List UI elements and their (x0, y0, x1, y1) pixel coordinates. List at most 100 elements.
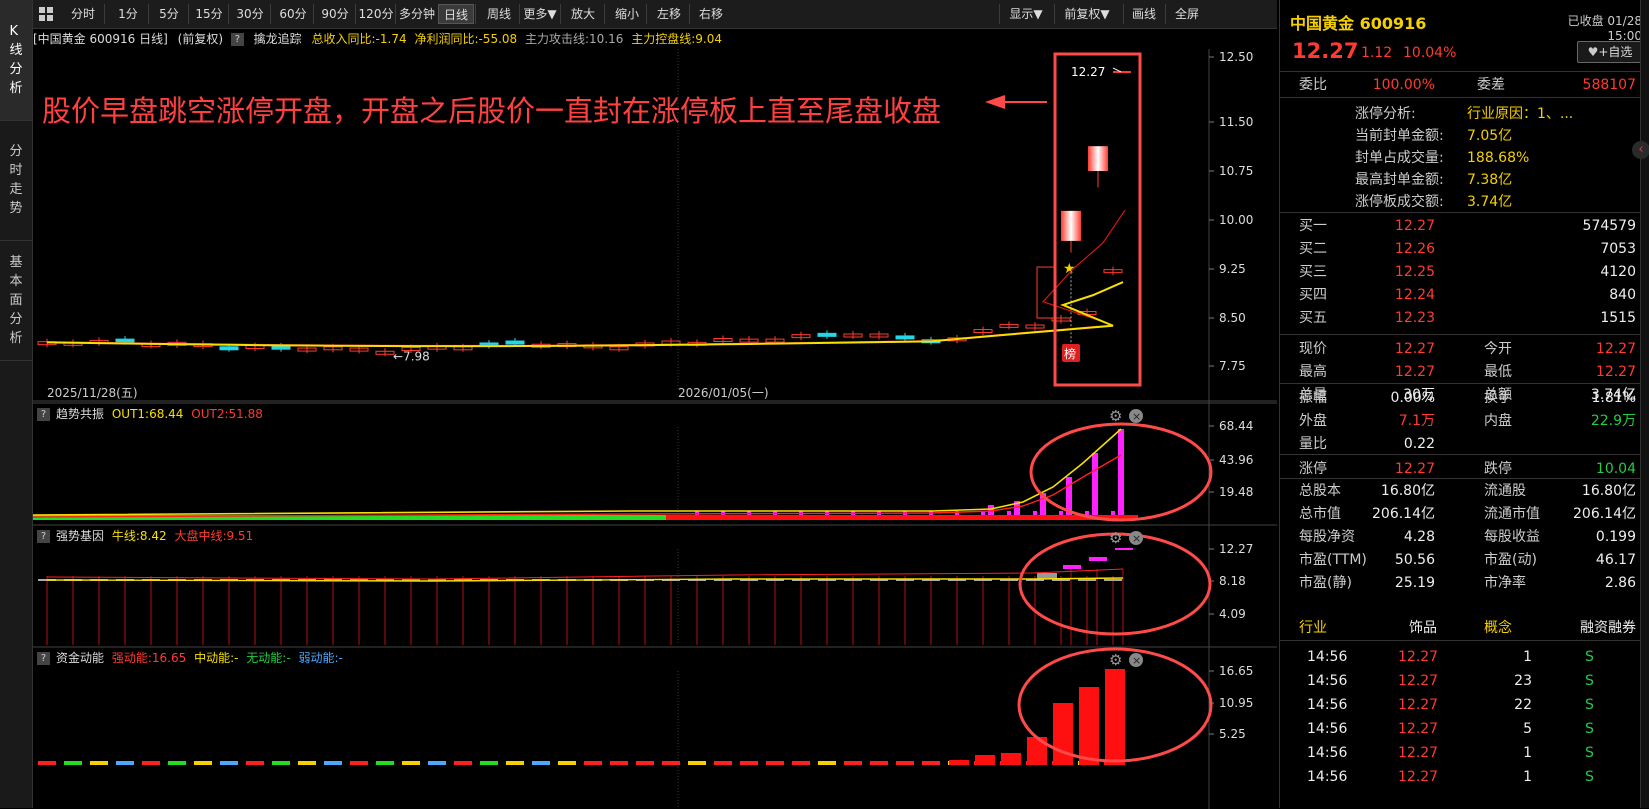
margin-label[interactable]: 融资融券 (1580, 616, 1636, 640)
candle (817, 332, 837, 337)
help-icon[interactable]: ? (230, 33, 244, 46)
fund-bar (1079, 687, 1099, 765)
bid-row[interactable]: 买二 12.26 7053 (1280, 237, 1640, 261)
stat-row: 振幅 0.00% 换手 1.81% (1280, 386, 1640, 410)
fund-bar (142, 761, 160, 765)
view-tab-2[interactable]: 基本面分析 (0, 240, 32, 361)
industry-value[interactable]: 饰品 (1409, 616, 1437, 640)
limit-analysis-row: 涨停分析: 行业原因：1、... (1280, 103, 1640, 125)
stat-label: 市盈(TTM) (1299, 552, 1367, 568)
annotation-text: 股价早盘跳空涨停开盘，开盘之后股价一直封在涨停板上直至尾盘收盘 (42, 94, 942, 128)
fund-bar (949, 760, 969, 765)
arrow-head-icon (985, 95, 1005, 109)
gear-icon[interactable]: ⚙ (1109, 651, 1122, 669)
kline-chart[interactable]: 2025/11/28(五) 2026/01/05(一) 12.50 11.50 10.7… (33, 49, 1277, 809)
stat-value: 0.00% (1390, 390, 1435, 406)
period-button-1[interactable]: 1分 (109, 4, 147, 24)
view-option-button-1[interactable]: 前复权▼ (1056, 4, 1118, 24)
period-button-10[interactable]: 周线 (480, 4, 518, 24)
period-button-11[interactable]: 更多▼ (521, 4, 559, 24)
stat-value: 22.9万 (1590, 413, 1636, 429)
bid-row[interactable]: 买一 12.27 574579 (1280, 214, 1640, 238)
view-option-button-0[interactable]: 显示▼ (1001, 4, 1051, 24)
tick-side: S (1585, 673, 1594, 689)
period-button-7[interactable]: 120分 (358, 4, 394, 24)
collapse-panel-button[interactable]: ‹ (1632, 141, 1649, 159)
stat-label: 涨停 (1299, 461, 1327, 477)
trend-tick: 43.96 (1219, 453, 1253, 467)
help-icon[interactable]: ? (37, 530, 50, 543)
stat-value: 206.14亿 (1573, 506, 1636, 522)
tick-price: 12.27 (1398, 769, 1439, 785)
stat-label: 市盈(动) (1484, 552, 1537, 568)
limit-label: 封单占成交量: (1355, 150, 1444, 166)
period-button-9[interactable]: 日线 (438, 4, 474, 24)
limit-label: 涨停板成交额: (1355, 194, 1444, 210)
period-button-0[interactable]: 分时 (63, 4, 103, 24)
industry-label[interactable]: 行业 (1299, 616, 1327, 640)
weicha-label: 委差 (1477, 77, 1505, 93)
stat-label: 市净率 (1484, 575, 1526, 591)
stat-label: 每股收益 (1484, 529, 1540, 545)
period-button-15[interactable]: 右移 (692, 4, 730, 24)
period-button-3[interactable]: 15分 (191, 4, 227, 24)
fund-bar (688, 761, 706, 765)
tick-volume: 1 (1523, 769, 1532, 785)
limit-label: 最高封单金额: (1355, 172, 1444, 188)
watchlist-label: +自选 (1598, 45, 1633, 59)
fund-bar (1105, 669, 1125, 765)
limit-analysis-row: 最高封单金额: 7.38亿 (1280, 169, 1640, 191)
period-button-5[interactable]: 60分 (274, 4, 312, 24)
fund-weak: 弱动能:- (298, 651, 343, 665)
stat-row: 外盘 7.1万 内盘 22.9万 (1280, 409, 1640, 433)
period-button-8[interactable]: 多分钟 (397, 4, 437, 24)
stat-value: 4.28 (1403, 529, 1435, 545)
help-icon[interactable]: ? (37, 408, 50, 421)
order-ratio-row: 委比 100.00% 委差 588107 (1280, 73, 1640, 97)
price-tick: 7.75 (1219, 359, 1246, 373)
bid-volume: 574579 (1582, 218, 1636, 234)
gear-icon[interactable]: ⚙ (1109, 407, 1122, 425)
view-option-button-2[interactable]: 画线 (1125, 4, 1163, 24)
gene-panel-name: 强势基因 (56, 529, 105, 543)
panel-scrollbar[interactable] (1640, 0, 1649, 808)
trend-band-red (666, 515, 1138, 520)
stat-value: 12.27 (1595, 341, 1636, 357)
bid-row[interactable]: 买五 12.23 1515 (1280, 306, 1640, 330)
bid-row[interactable]: 买三 12.25 4120 (1280, 260, 1640, 284)
price-change: 1.12 (1361, 45, 1393, 61)
fund-panel-name: 资金动能 (56, 651, 105, 665)
stat-row: 每股净资 4.28 每股收益 0.199 (1280, 525, 1640, 549)
stat-row: 量比 0.22 (1280, 432, 1640, 456)
limit-analysis-row: 涨停板成交额: 3.74亿 (1280, 191, 1640, 213)
period-button-4[interactable]: 30分 (231, 4, 269, 24)
candle (219, 346, 239, 351)
limit-value[interactable]: 行业原因：1、... (1467, 103, 1573, 125)
tick-row: 14:56 12.27 1 S (1280, 765, 1640, 789)
stat-value: 16.80亿 (1380, 483, 1435, 499)
tick-volume: 23 (1514, 673, 1532, 689)
period-button-12[interactable]: 放大 (563, 4, 603, 24)
stat-value: 25.19 (1394, 575, 1435, 591)
stat-label: 今开 (1484, 341, 1512, 357)
bid-label: 买五 (1299, 310, 1327, 326)
stat-value: 0.199 (1595, 529, 1636, 545)
tag-row: 行业 饰品 概念 融资融券 (1280, 616, 1640, 640)
tick-price: 12.27 (1398, 697, 1439, 713)
view-tab-0[interactable]: K线分析 (0, 0, 32, 121)
tick-side: S (1585, 697, 1594, 713)
concept-label[interactable]: 概念 (1484, 616, 1512, 640)
view-option-button-3[interactable]: 全屏 (1167, 4, 1207, 24)
bid-row[interactable]: 买四 12.24 840 (1280, 283, 1640, 307)
period-button-14[interactable]: 左移 (650, 4, 688, 24)
period-button-13[interactable]: 缩小 (609, 4, 645, 24)
help-icon[interactable]: ? (37, 652, 50, 665)
grid-menu-button[interactable] (37, 4, 55, 24)
period-button-6[interactable]: 90分 (316, 4, 354, 24)
price-tick: 11.50 (1219, 115, 1253, 129)
fund-bar (376, 761, 394, 765)
period-button-2[interactable]: 5分 (151, 4, 187, 24)
gear-icon[interactable]: ⚙ (1109, 529, 1122, 547)
view-tab-1[interactable]: 分时走势 (0, 120, 32, 241)
add-watchlist-button[interactable]: ♥+自选 (1577, 41, 1643, 63)
